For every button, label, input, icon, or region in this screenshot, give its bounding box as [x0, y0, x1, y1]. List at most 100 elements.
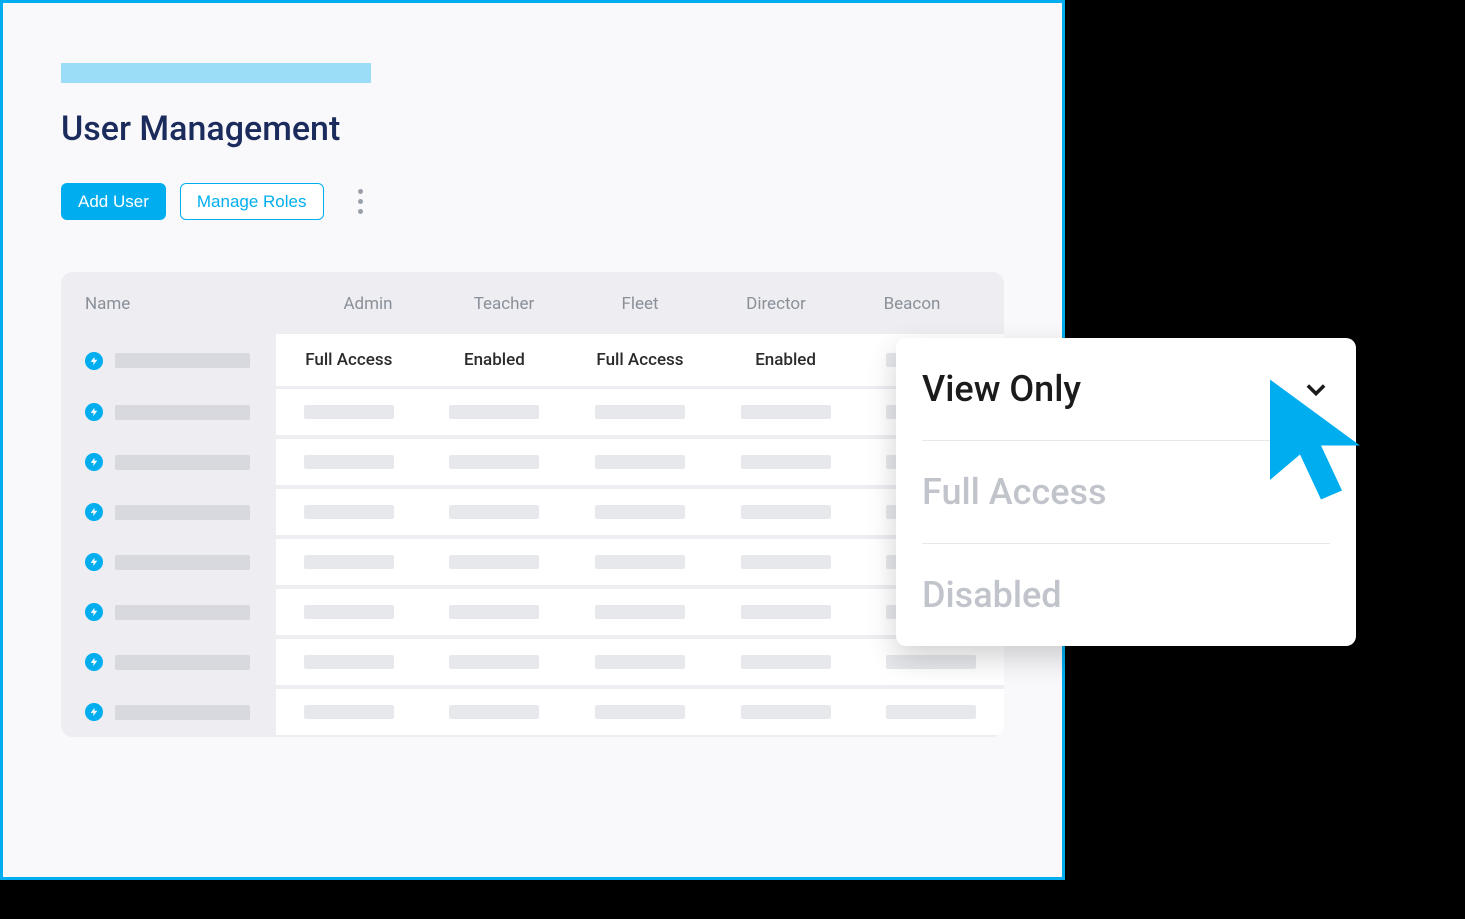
role-placeholder	[595, 405, 685, 419]
role-cell[interactable]	[567, 705, 713, 719]
role-cell[interactable]	[567, 455, 713, 469]
role-cell[interactable]	[422, 555, 568, 569]
user-name-cell[interactable]	[61, 537, 276, 587]
role-placeholder	[595, 505, 685, 519]
table-row: Full AccessEnabledFull AccessEnabled	[61, 334, 1004, 387]
role-cell[interactable]	[567, 605, 713, 619]
roles-area	[276, 489, 1004, 536]
role-cell[interactable]	[713, 655, 859, 669]
role-cell[interactable]	[276, 555, 422, 569]
role-cell[interactable]	[422, 455, 568, 469]
page-title: User Management	[61, 109, 1004, 149]
user-name-cell[interactable]	[61, 387, 276, 437]
role-placeholder	[449, 605, 539, 619]
role-cell[interactable]	[567, 555, 713, 569]
accent-bar	[61, 63, 371, 83]
role-value: Full Access	[305, 350, 392, 370]
role-cell[interactable]	[422, 605, 568, 619]
bolt-icon	[85, 653, 103, 671]
dropdown-option-label: View Only	[922, 368, 1081, 410]
role-cell[interactable]	[567, 655, 713, 669]
role-placeholder	[595, 555, 685, 569]
roles-area	[276, 539, 1004, 586]
column-header-name: Name	[85, 294, 300, 314]
user-name-cell[interactable]	[61, 587, 276, 637]
role-cell[interactable]	[276, 455, 422, 469]
bolt-icon	[85, 603, 103, 621]
bolt-icon	[85, 503, 103, 521]
table-row	[61, 487, 1004, 537]
roles-area	[276, 639, 1004, 686]
user-name-cell[interactable]	[61, 336, 276, 386]
role-cell[interactable]: Enabled	[713, 350, 859, 370]
role-cell[interactable]	[713, 505, 859, 519]
table-header-row: Name Admin Teacher Fleet Director Beacon	[61, 272, 1004, 334]
role-cell[interactable]	[276, 505, 422, 519]
user-name-cell[interactable]	[61, 487, 276, 537]
bolt-icon	[85, 703, 103, 721]
role-cell[interactable]	[858, 655, 1004, 669]
role-placeholder	[741, 655, 831, 669]
dropdown-option-full-access[interactable]: Full Access	[922, 441, 1330, 544]
role-cell[interactable]	[276, 705, 422, 719]
table-row	[61, 537, 1004, 587]
manage-roles-button[interactable]: Manage Roles	[180, 183, 324, 220]
role-placeholder	[741, 605, 831, 619]
role-placeholder	[304, 705, 394, 719]
roles-area	[276, 439, 1004, 486]
bolt-icon	[85, 453, 103, 471]
table-row	[61, 437, 1004, 487]
action-bar: Add User Manage Roles	[61, 183, 1004, 220]
role-cell[interactable]	[422, 655, 568, 669]
column-header-beacon: Beacon	[844, 294, 980, 314]
more-menu-button[interactable]	[348, 186, 374, 218]
role-placeholder	[741, 505, 831, 519]
role-placeholder	[304, 455, 394, 469]
user-name-cell[interactable]	[61, 437, 276, 487]
role-cell[interactable]	[713, 605, 859, 619]
chevron-down-icon	[1302, 375, 1330, 403]
roles-area	[276, 389, 1004, 436]
user-name-placeholder	[115, 353, 250, 368]
role-placeholder	[886, 705, 976, 719]
role-placeholder	[595, 655, 685, 669]
dropdown-option-disabled[interactable]: Disabled	[922, 544, 1330, 646]
add-user-button[interactable]: Add User	[61, 183, 166, 220]
dropdown-option-label: Full Access	[922, 471, 1107, 513]
role-value: Enabled	[464, 350, 525, 370]
role-cell[interactable]	[567, 505, 713, 519]
role-cell[interactable]	[276, 405, 422, 419]
role-cell[interactable]	[713, 455, 859, 469]
role-placeholder	[741, 455, 831, 469]
bolt-icon	[85, 403, 103, 421]
role-placeholder	[304, 505, 394, 519]
role-cell[interactable]	[713, 405, 859, 419]
role-cell[interactable]	[567, 405, 713, 419]
role-placeholder	[449, 555, 539, 569]
role-cell[interactable]: Full Access	[276, 350, 422, 370]
user-name-cell[interactable]	[61, 687, 276, 737]
user-name-cell[interactable]	[61, 637, 276, 687]
role-cell[interactable]: Enabled	[422, 350, 568, 370]
role-cell[interactable]	[276, 655, 422, 669]
users-table: Name Admin Teacher Fleet Director Beacon…	[61, 272, 1004, 737]
role-placeholder	[304, 655, 394, 669]
role-placeholder	[449, 405, 539, 419]
role-cell[interactable]	[422, 505, 568, 519]
role-placeholder	[886, 655, 976, 669]
role-cell[interactable]	[276, 605, 422, 619]
role-cell[interactable]	[713, 705, 859, 719]
table-row	[61, 637, 1004, 687]
access-level-dropdown[interactable]: View Only Full Access Disabled	[896, 338, 1356, 646]
roles-area	[276, 689, 1004, 736]
dropdown-option-view-only[interactable]: View Only	[922, 338, 1330, 441]
role-placeholder	[741, 405, 831, 419]
role-cell[interactable]	[858, 705, 1004, 719]
role-placeholder	[595, 605, 685, 619]
role-cell[interactable]: Full Access	[567, 350, 713, 370]
role-placeholder	[449, 705, 539, 719]
role-placeholder	[449, 455, 539, 469]
role-cell[interactable]	[422, 705, 568, 719]
role-cell[interactable]	[422, 405, 568, 419]
role-cell[interactable]	[713, 555, 859, 569]
